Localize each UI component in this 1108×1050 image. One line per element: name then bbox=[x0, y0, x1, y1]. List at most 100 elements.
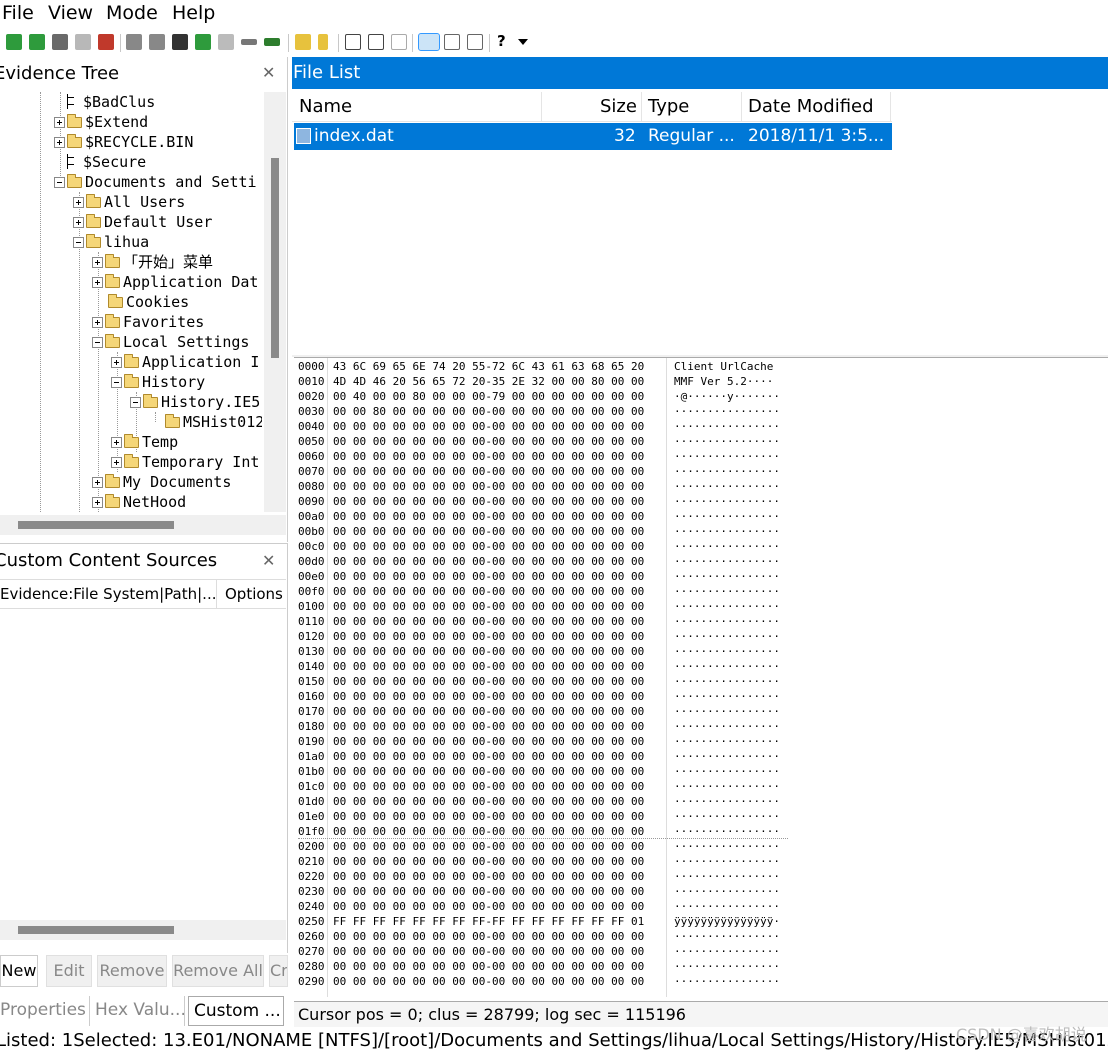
tree-item-documents-and-settings[interactable]: Documents and Setti bbox=[54, 172, 257, 192]
tree-item-temporary-internet[interactable]: Temporary Int bbox=[111, 452, 259, 472]
tree-item-extend[interactable]: $Extend bbox=[54, 112, 148, 132]
close-icon[interactable]: ✕ bbox=[262, 551, 275, 570]
menu-mode[interactable]: Mode bbox=[106, 2, 158, 24]
menu-file[interactable]: File bbox=[2, 2, 34, 24]
folder-icon bbox=[124, 354, 139, 368]
tree-item-local-settings[interactable]: Local Settings bbox=[92, 332, 249, 352]
hex-offset: 0220 bbox=[298, 870, 325, 883]
tree-hscrollbar[interactable] bbox=[0, 515, 286, 535]
menu-view[interactable]: View bbox=[48, 2, 93, 24]
tree-item-local-application-data[interactable]: Application I bbox=[111, 352, 259, 372]
hex-ascii: ················ bbox=[674, 540, 780, 553]
toolbar: ? bbox=[0, 30, 1108, 58]
tree-item-label: $RECYCLE.BIN bbox=[85, 133, 194, 151]
expand-icon[interactable] bbox=[111, 357, 122, 368]
expand-icon[interactable] bbox=[92, 277, 103, 288]
column-header-type[interactable]: Type bbox=[648, 96, 689, 117]
folder-icon bbox=[124, 434, 139, 448]
scroll-thumb[interactable] bbox=[18, 521, 174, 529]
expand-icon[interactable] bbox=[54, 137, 65, 148]
chevron-down-icon[interactable] bbox=[518, 39, 528, 45]
collapse-icon[interactable] bbox=[92, 337, 103, 348]
remove-button[interactable]: Remove bbox=[97, 955, 167, 987]
tree-item-start-menu[interactable]: 「开始」菜单 bbox=[92, 252, 213, 272]
auto-view-icon[interactable] bbox=[418, 33, 440, 51]
hex-viewer[interactable]: 0000 43 6C 69 65 6E 74 20 55-72 6C 43 61 … bbox=[294, 357, 1108, 997]
tree-item-badclus[interactable]: $BadClus bbox=[67, 92, 155, 112]
hex-bytes: 00 00 00 00 00 00 00 00-00 00 00 00 00 0… bbox=[333, 645, 645, 658]
tree-item-nethood[interactable]: NetHood bbox=[92, 492, 186, 512]
tree-item-my-documents[interactable]: My Documents bbox=[92, 472, 231, 492]
tab-hex-value[interactable]: Hex Valu... bbox=[95, 996, 185, 1026]
create-image-button[interactable]: Cr bbox=[269, 955, 288, 987]
verify-icon[interactable] bbox=[172, 34, 188, 50]
export-dir-icon[interactable] bbox=[218, 34, 234, 50]
tree-item-application-data[interactable]: Application Dat bbox=[92, 272, 258, 292]
expand-icon[interactable] bbox=[92, 257, 103, 268]
remove-all-button[interactable]: Remove All bbox=[172, 955, 264, 987]
tree-item-history[interactable]: History bbox=[111, 372, 205, 392]
tree-item-lihua[interactable]: lihua bbox=[73, 232, 149, 252]
column-header-size[interactable]: Size bbox=[600, 96, 637, 117]
column-header-date-modified[interactable]: Date Modified bbox=[748, 96, 874, 117]
tree-item-cookies[interactable]: Cookies bbox=[108, 292, 189, 312]
expand-icon[interactable] bbox=[92, 317, 103, 328]
tree-item-all-users[interactable]: All Users bbox=[73, 192, 185, 212]
collapse-icon[interactable] bbox=[130, 397, 141, 408]
file-row[interactable]: index.dat 32 Regular ... 2018/11/1 3:5..… bbox=[294, 123, 892, 150]
create-image-icon[interactable] bbox=[126, 34, 142, 50]
scroll-thumb[interactable] bbox=[18, 926, 174, 934]
expand-icon[interactable] bbox=[73, 217, 84, 228]
custom-hscrollbar[interactable] bbox=[0, 920, 286, 940]
tree-item-favorites[interactable]: Favorites bbox=[92, 312, 204, 332]
edit-button[interactable]: Edit bbox=[46, 955, 92, 987]
close-icon[interactable]: ✕ bbox=[262, 63, 275, 82]
menu-help[interactable]: Help bbox=[172, 2, 215, 24]
column-header-name[interactable]: Name bbox=[299, 96, 352, 117]
tab-custom[interactable]: Custom ... bbox=[188, 996, 284, 1026]
hex-offset: 0070 bbox=[298, 465, 325, 478]
column-header-options[interactable]: Options bbox=[225, 585, 283, 603]
remove-all-icon[interactable] bbox=[75, 34, 91, 50]
hex-view-icon[interactable] bbox=[467, 34, 483, 50]
image-mounting-icon[interactable] bbox=[98, 34, 114, 50]
help-icon[interactable]: ? bbox=[497, 34, 507, 50]
column-header-evidence[interactable]: Evidence:File System|Path|... bbox=[0, 585, 215, 603]
tree-vscrollbar[interactable] bbox=[264, 92, 286, 512]
export-icon[interactable] bbox=[195, 34, 211, 50]
edit-custom-content-icon[interactable] bbox=[368, 34, 384, 50]
expand-icon[interactable] bbox=[92, 497, 103, 508]
tab-properties[interactable]: Properties bbox=[0, 996, 90, 1026]
expand-icon[interactable] bbox=[73, 197, 84, 208]
expand-icon[interactable] bbox=[111, 437, 122, 448]
add-evidence-icon[interactable] bbox=[6, 34, 22, 50]
add-evidence-item-icon[interactable] bbox=[29, 34, 45, 50]
remove-custom-content-icon[interactable] bbox=[391, 34, 407, 50]
tree-item-history-ie5[interactable]: History.IE5 bbox=[130, 392, 260, 412]
hex-ascii: ················ bbox=[674, 930, 780, 943]
collapse-icon[interactable] bbox=[111, 377, 122, 388]
scroll-thumb[interactable] bbox=[271, 158, 279, 358]
hex-ascii: ················ bbox=[674, 675, 780, 688]
key-icon[interactable] bbox=[318, 34, 328, 50]
remove-evidence-icon[interactable] bbox=[52, 34, 68, 50]
save-icon[interactable] bbox=[149, 34, 165, 50]
tree-item-secure[interactable]: $Secure bbox=[67, 152, 146, 172]
text-view-icon[interactable] bbox=[444, 34, 460, 50]
tree-item-label: Application Dat bbox=[123, 273, 259, 291]
hex-bytes: 00 00 00 00 00 00 00 00-00 00 00 00 00 0… bbox=[333, 975, 645, 988]
collapse-icon[interactable] bbox=[54, 177, 65, 188]
obtain-protected-files-icon[interactable] bbox=[295, 34, 311, 50]
drive-icon[interactable] bbox=[241, 39, 257, 45]
memory-icon[interactable] bbox=[264, 38, 280, 46]
expand-icon[interactable] bbox=[54, 117, 65, 128]
expand-icon[interactable] bbox=[92, 477, 103, 488]
tree-item-mshist[interactable]: MSHist012 bbox=[165, 412, 262, 432]
expand-icon[interactable] bbox=[111, 457, 122, 468]
collapse-icon[interactable] bbox=[73, 237, 84, 248]
new-button[interactable]: New bbox=[0, 955, 38, 987]
tree-item-default-user[interactable]: Default User bbox=[73, 212, 212, 232]
tree-item-temp[interactable]: Temp bbox=[111, 432, 178, 452]
tree-item-recycle-bin[interactable]: $RECYCLE.BIN bbox=[54, 132, 193, 152]
new-custom-content-icon[interactable] bbox=[345, 34, 361, 50]
